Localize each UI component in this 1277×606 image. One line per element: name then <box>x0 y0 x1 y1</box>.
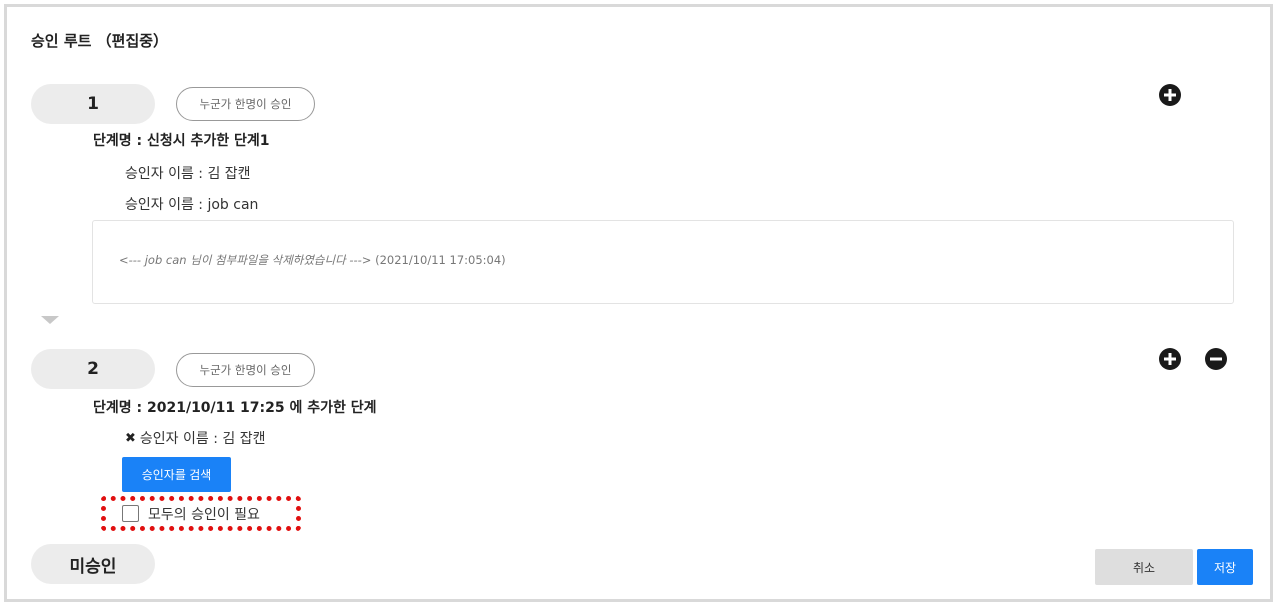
plus-circle-icon <box>1164 353 1176 365</box>
comment-box: <--- job can 님이 첨부파일을 삭제하였습니다 ---> (2021… <box>92 220 1234 304</box>
comment-timestamp: (2021/10/11 17:05:04) <box>375 253 506 267</box>
minus-circle-icon <box>1210 357 1222 361</box>
cancel-button[interactable]: 취소 <box>1095 549 1193 585</box>
final-status-badge: 미승인 <box>31 544 155 584</box>
comment-text: <--- job can 님이 첨부파일을 삭제하였습니다 ---> (2021… <box>119 252 506 268</box>
step-number-badge: 2 <box>31 349 155 389</box>
require-all-checkbox[interactable] <box>122 505 139 522</box>
triangle-down-icon <box>41 316 59 324</box>
step-number-badge: 1 <box>31 84 155 124</box>
comment-message: <--- job can 님이 첨부파일을 삭제하였습니다 ---> <box>119 253 372 267</box>
step-approval-type-tag: 누군가 한명이 승인 <box>176 87 315 121</box>
remove-approver-icon[interactable]: ✖ <box>125 431 136 446</box>
require-all-label[interactable]: 모두의 승인이 필요 <box>148 504 260 524</box>
add-step-button[interactable] <box>1159 84 1181 106</box>
approver-name: 승인자 이름 : 김 잡캔 <box>139 431 266 447</box>
approver-name: 승인자 이름 : 김 잡캔 <box>125 166 251 182</box>
add-step-button[interactable] <box>1159 348 1181 370</box>
step-approval-type-tag: 누군가 한명이 승인 <box>176 353 315 387</box>
page-title: 승인 루트 （편집중） <box>31 32 169 50</box>
step-name: 단계명 : 신청시 추가한 단계1 <box>93 133 270 149</box>
step-name: 단계명 : 2021/10/11 17:25 에 추가한 단계 <box>93 400 377 416</box>
approver-name: 승인자 이름 : job can <box>125 197 259 213</box>
require-all-approval-option: 모두의 승인이 필요 <box>101 496 301 531</box>
search-approver-button[interactable]: 승인자를 검색 <box>122 457 231 492</box>
plus-circle-icon <box>1164 89 1176 101</box>
remove-step-button[interactable] <box>1205 348 1227 370</box>
save-button[interactable]: 저장 <box>1197 549 1253 585</box>
approver-row: ✖ 승인자 이름 : 김 잡캔 <box>125 428 265 448</box>
